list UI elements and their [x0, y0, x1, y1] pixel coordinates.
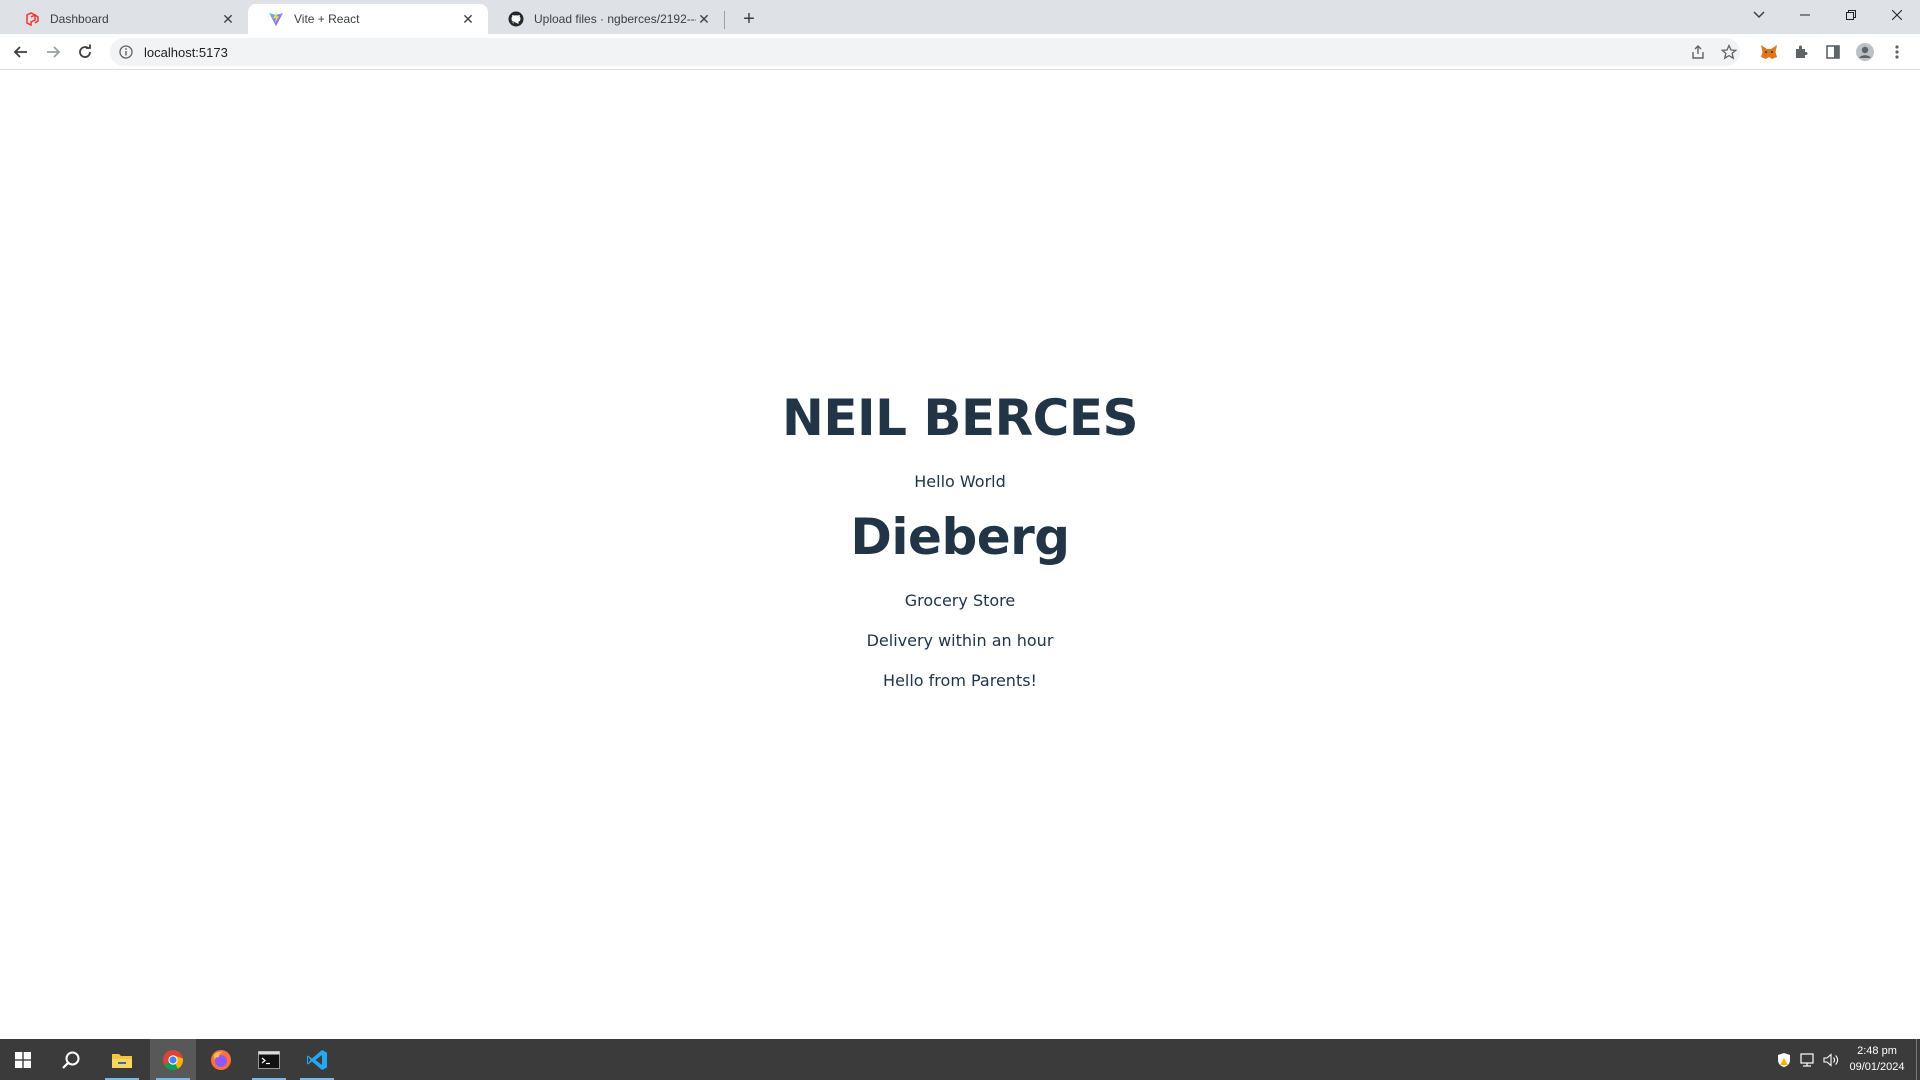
search-icon[interactable]	[48, 1039, 94, 1080]
new-tab-button[interactable]: +	[736, 6, 762, 32]
file-explorer-icon[interactable]	[99, 1039, 145, 1080]
vscode-icon[interactable]	[294, 1039, 340, 1080]
tab-upload-files[interactable]: Upload files · ngberces/2192---B ✕	[488, 4, 724, 34]
app-root: NEIL BERCES Hello World Dieberg Grocery …	[0, 391, 1920, 709]
tab-title: Dashboard	[50, 12, 109, 26]
volume-icon[interactable]	[1822, 1051, 1840, 1069]
browser-toolbar: localhost:5173	[0, 34, 1920, 70]
extensions-icon[interactable]	[1788, 39, 1814, 65]
page-viewport: NEIL BERCES Hello World Dieberg Grocery …	[0, 71, 1920, 1039]
profile-avatar-icon[interactable]	[1852, 39, 1878, 65]
forward-button[interactable]	[40, 39, 66, 65]
system-clock[interactable]: 2:48 pm 09/01/2024	[1842, 1043, 1912, 1075]
share-icon[interactable]	[1685, 39, 1711, 65]
security-alert-icon[interactable]	[1775, 1051, 1793, 1069]
github-icon	[508, 11, 524, 27]
tab-separator	[724, 11, 725, 29]
windows-taskbar: 2:48 pm 09/01/2024	[0, 1039, 1920, 1080]
parents-text: Hello from Parents!	[883, 671, 1037, 690]
delivery-text: Delivery within an hour	[866, 631, 1054, 650]
reload-button[interactable]	[72, 39, 98, 65]
tab-title: Upload files · ngberces/2192---B	[534, 12, 696, 26]
url-text: localhost:5173	[144, 44, 228, 60]
close-tab-icon[interactable]: ✕	[696, 11, 712, 27]
side-panel-icon[interactable]	[1820, 39, 1846, 65]
heading-store: Dieberg	[850, 508, 1070, 566]
vite-icon	[268, 11, 284, 27]
close-window-button[interactable]	[1874, 0, 1920, 30]
start-icon[interactable]	[0, 1039, 46, 1080]
terminal-icon[interactable]	[246, 1039, 292, 1080]
back-button[interactable]	[8, 39, 34, 65]
bookmark-star-icon[interactable]	[1716, 39, 1742, 65]
site-info-icon[interactable]	[118, 44, 134, 60]
tab-title: Vite + React	[294, 12, 360, 26]
metamask-icon[interactable]	[1756, 39, 1782, 65]
tab-strip: Dashboard ✕ Vite + React ✕ Upload files …	[0, 0, 1920, 34]
tab-search-icon[interactable]	[1736, 0, 1782, 30]
laravel-icon	[24, 11, 40, 27]
heading-name: NEIL BERCES	[782, 389, 1139, 447]
tab-dashboard[interactable]: Dashboard ✕	[4, 4, 248, 34]
hello-world-text: Hello World	[914, 472, 1006, 491]
address-bar[interactable]: localhost:5173	[110, 38, 1740, 66]
close-tab-icon[interactable]: ✕	[220, 11, 236, 27]
show-desktop-button[interactable]	[1916, 1039, 1920, 1080]
close-tab-icon[interactable]: ✕	[460, 11, 476, 27]
minimize-button[interactable]	[1782, 0, 1828, 30]
tab-vite-react[interactable]: Vite + React ✕	[248, 4, 488, 34]
chrome-icon[interactable]	[150, 1039, 196, 1080]
menu-kebab-icon[interactable]	[1884, 39, 1910, 65]
clock-time: 2:48 pm	[1857, 1045, 1897, 1057]
clock-date: 09/01/2024	[1849, 1061, 1905, 1073]
network-icon[interactable]	[1798, 1051, 1816, 1069]
store-type-text: Grocery Store	[904, 591, 1016, 610]
firefox-icon[interactable]	[198, 1039, 244, 1080]
restore-button[interactable]	[1828, 0, 1874, 30]
